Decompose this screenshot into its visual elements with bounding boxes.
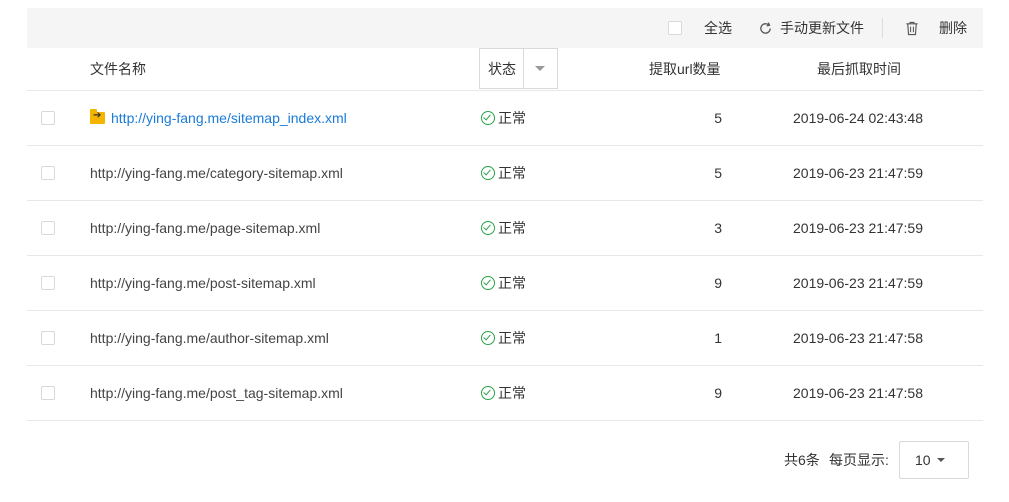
- per-page-label: 每页显示:: [829, 452, 889, 468]
- row-checkbox[interactable]: [41, 311, 55, 365]
- row-checkbox[interactable]: [41, 366, 55, 420]
- delete-label: 删除: [939, 20, 967, 36]
- crawl-time: 2019-06-23 21:47:59: [793, 220, 923, 236]
- status-cell: 正常: [481, 91, 526, 145]
- file-name: http://ying-fang.me/category-sitemap.xml: [90, 165, 343, 181]
- total-count: 共6条: [784, 452, 820, 468]
- header-url-count: 提取url数量: [649, 61, 721, 77]
- file-name: http://ying-fang.me/post-sitemap.xml: [90, 275, 316, 291]
- table-header: 文件名称 状态 提取url数量 最后抓取时间: [27, 48, 983, 91]
- header-file-name: 文件名称: [90, 61, 146, 77]
- page-size-select[interactable]: 10: [899, 441, 969, 479]
- table-row: http://ying-fang.me/post_tag-sitemap.xml…: [27, 366, 983, 421]
- header-last-crawl-time: 最后抓取时间: [817, 61, 901, 77]
- url-count: 5: [714, 110, 722, 126]
- status-filter-dropdown[interactable]: 状态: [479, 48, 558, 89]
- status-text: 正常: [498, 275, 526, 291]
- select-all-label[interactable]: 全选: [704, 8, 732, 48]
- row-checkbox[interactable]: [41, 256, 55, 310]
- crawl-time: 2019-06-23 21:47:59: [793, 165, 923, 181]
- header-status: 状态: [488, 60, 516, 77]
- crawl-time: 2019-06-23 21:47:58: [793, 330, 923, 346]
- select-all-checkbox[interactable]: [668, 8, 682, 48]
- table-row: http://ying-fang.me/category-sitemap.xml…: [27, 146, 983, 201]
- status-text: 正常: [498, 385, 526, 401]
- table-body: http://ying-fang.me/sitemap_index.xml 正常…: [27, 91, 983, 421]
- status-text: 正常: [498, 165, 526, 181]
- check-circle-icon: [481, 221, 495, 235]
- file-name: http://ying-fang.me/author-sitemap.xml: [90, 330, 329, 346]
- trash-icon: [906, 21, 918, 35]
- status-cell: 正常: [481, 256, 526, 310]
- check-circle-icon: [481, 276, 495, 290]
- check-circle-icon: [481, 331, 495, 345]
- check-circle-icon: [481, 111, 495, 125]
- refresh-button[interactable]: 手动更新文件: [758, 8, 864, 48]
- row-checkbox[interactable]: [41, 201, 55, 255]
- refresh-icon: [760, 21, 771, 34]
- status-text: 正常: [498, 220, 526, 236]
- row-checkbox[interactable]: [41, 91, 55, 145]
- status-cell: 正常: [481, 201, 526, 255]
- status-filter-divider: [523, 49, 524, 88]
- url-count: 9: [714, 385, 722, 401]
- sitemap-index-link[interactable]: http://ying-fang.me/sitemap_index.xml: [90, 91, 347, 145]
- status-text: 正常: [498, 330, 526, 346]
- page-size-value: 10: [915, 452, 931, 468]
- table-row: http://ying-fang.me/sitemap_index.xml 正常…: [27, 91, 983, 146]
- url-count: 1: [714, 330, 722, 346]
- toolbar: 全选 手动更新文件 删除: [27, 8, 983, 48]
- checkbox-icon: [668, 21, 682, 35]
- row-checkbox[interactable]: [41, 146, 55, 200]
- table-row: http://ying-fang.me/page-sitemap.xml 正常 …: [27, 201, 983, 256]
- crawl-time: 2019-06-23 21:47:59: [793, 275, 923, 291]
- check-circle-icon: [481, 386, 495, 400]
- table-row: http://ying-fang.me/post-sitemap.xml 正常 …: [27, 256, 983, 311]
- toolbar-divider: [882, 18, 883, 38]
- status-cell: 正常: [481, 146, 526, 200]
- url-count: 9: [714, 275, 722, 291]
- check-circle-icon: [481, 166, 495, 180]
- folder-icon: [90, 109, 105, 124]
- status-cell: 正常: [481, 311, 526, 365]
- file-name: http://ying-fang.me/page-sitemap.xml: [90, 220, 321, 236]
- url-count: 3: [714, 220, 722, 236]
- chevron-down-icon: [535, 66, 545, 71]
- url-count: 5: [714, 165, 722, 181]
- status-cell: 正常: [481, 366, 526, 420]
- crawl-time: 2019-06-24 02:43:48: [793, 110, 923, 126]
- table-row: http://ying-fang.me/author-sitemap.xml 正…: [27, 311, 983, 366]
- status-text: 正常: [498, 110, 526, 126]
- delete-button[interactable]: 删除: [905, 8, 967, 48]
- refresh-label: 手动更新文件: [780, 20, 864, 36]
- file-name: http://ying-fang.me/post_tag-sitemap.xml: [90, 385, 343, 401]
- caret-down-icon: [937, 458, 945, 462]
- file-name: http://ying-fang.me/sitemap_index.xml: [111, 110, 347, 126]
- crawl-time: 2019-06-23 21:47:58: [793, 385, 923, 401]
